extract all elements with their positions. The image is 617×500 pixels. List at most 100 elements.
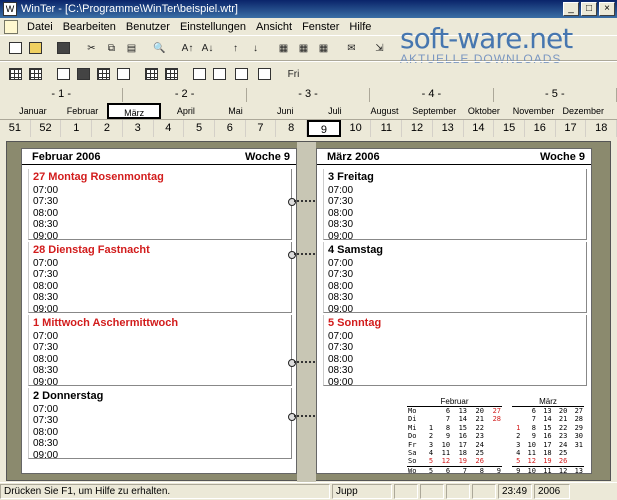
week-tab[interactable]: 7 — [246, 120, 277, 137]
day-block[interactable]: 3 Freitag 07:00 07:30 08:00 08:30 09:00 — [323, 169, 587, 242]
time-slot[interactable]: 08:30 — [324, 219, 586, 230]
mini-calendar-day[interactable]: 26 — [468, 457, 485, 466]
time-slot[interactable]: 07:00 — [29, 331, 291, 342]
day-block[interactable]: 27 Montag Rosenmontag 07:00 07:30 08:00 … — [28, 169, 292, 242]
week-tab[interactable]: 5 — [184, 120, 215, 137]
mini-calendar-day[interactable]: 23 — [553, 432, 569, 440]
week-tab[interactable]: 4 — [154, 120, 185, 137]
mini-calendar-day[interactable] — [568, 457, 584, 466]
mini-calendar-day[interactable] — [485, 457, 502, 466]
mini-calendar-day[interactable]: 27 — [568, 407, 584, 415]
month-tab-november[interactable]: November — [509, 103, 559, 119]
week-tab-selected[interactable]: 9 — [307, 120, 341, 137]
time-slot[interactable]: 08:00 — [324, 281, 586, 292]
sort-descending-icon[interactable]: A↓ — [198, 38, 217, 58]
time-slot[interactable]: 09:00 — [29, 231, 291, 242]
export-icon[interactable]: ⇲ — [370, 38, 389, 58]
month-tab-mai[interactable]: Mai — [211, 103, 261, 119]
mini-calendar-day[interactable]: 10 — [521, 465, 537, 476]
mini-calendar-day[interactable]: 17 — [451, 441, 468, 449]
mini-calendar-day[interactable]: 14 — [537, 415, 553, 423]
mini-calendar-day[interactable]: 7 — [521, 415, 537, 423]
calendar-grid-icon[interactable] — [162, 64, 181, 84]
mini-calendar-day[interactable]: 17 — [537, 441, 553, 449]
mini-calendar-day[interactable]: 8 — [521, 424, 537, 432]
mini-calendar-day[interactable]: 11 — [521, 449, 537, 457]
time-slot[interactable]: 09:00 — [29, 377, 291, 388]
move-up-icon[interactable]: ↑ — [226, 38, 245, 58]
mini-calendar-day[interactable]: 12 — [434, 457, 451, 466]
maximize-button[interactable]: □ — [581, 2, 597, 16]
week-tab[interactable]: 15 — [494, 120, 525, 137]
time-slot[interactable]: 08:00 — [29, 208, 291, 219]
time-slot[interactable]: 08:30 — [29, 292, 291, 303]
calendar-icon[interactable]: ▦ — [274, 38, 293, 58]
move-down-icon[interactable]: ↓ — [246, 38, 265, 58]
grid-view-icon[interactable] — [26, 64, 45, 84]
time-slot[interactable]: 07:00 — [29, 185, 291, 196]
mini-calendar-day[interactable]: 15 — [451, 424, 468, 432]
mini-calendar-day[interactable] — [485, 441, 502, 449]
mini-calendar-day[interactable]: 20 — [468, 407, 485, 415]
open-folder-icon[interactable] — [26, 38, 45, 58]
mini-calendar-day[interactable]: 9 — [521, 432, 537, 440]
mini-calendar-day[interactable]: 2 — [424, 432, 434, 440]
mini-calendar-day[interactable]: 10 — [521, 441, 537, 449]
time-slot[interactable]: 08:00 — [324, 354, 586, 365]
mini-calendar-day[interactable] — [424, 407, 434, 415]
time-slot[interactable]: 08:30 — [324, 292, 586, 303]
sort-ascending-icon[interactable]: A↑ — [178, 38, 197, 58]
mail-icon[interactable]: ✉ — [342, 38, 361, 58]
mini-calendar-day[interactable] — [485, 424, 502, 432]
mini-calendar-day[interactable]: 6 — [434, 465, 452, 476]
mini-calendar-day[interactable]: 30 — [568, 432, 584, 440]
calendar-week-icon[interactable]: ▦ — [294, 38, 313, 58]
week-tab[interactable]: 51 — [0, 120, 31, 137]
month-tab-oktober[interactable]: Oktober — [459, 103, 509, 119]
time-slot[interactable]: 08:30 — [29, 219, 291, 230]
mini-calendar-day[interactable]: 6 — [434, 407, 451, 415]
time-slot[interactable]: 09:00 — [29, 304, 291, 315]
mini-calendar-day[interactable]: 12 — [521, 457, 537, 466]
mini-calendar-day[interactable]: 7 — [451, 465, 469, 476]
time-slot[interactable]: 09:00 — [324, 377, 586, 388]
mini-calendar-day[interactable]: 6 — [521, 407, 537, 415]
mini-calendar-day[interactable]: 22 — [468, 424, 485, 432]
mini-calendar-day[interactable]: 28 — [485, 415, 502, 423]
mini-calendar-day[interactable]: 18 — [537, 449, 553, 457]
mini-calendar-day[interactable]: 1 — [424, 424, 434, 432]
day-block[interactable]: 4 Samstag 07:00 07:30 08:00 08:30 09:00 — [323, 242, 587, 315]
menu-fenster[interactable]: Fenster — [297, 21, 344, 33]
mini-calendar-day[interactable]: 18 — [451, 449, 468, 457]
month-tab-maerz[interactable]: März — [107, 103, 162, 119]
fri-view-icon[interactable]: Fri — [284, 64, 303, 84]
copy-icon[interactable]: ⧉ — [102, 38, 121, 58]
mini-calendar-day[interactable]: 19 — [451, 457, 468, 466]
menu-hilfe[interactable]: Hilfe — [344, 21, 376, 33]
time-slot[interactable]: 07:30 — [29, 342, 291, 353]
week-tab[interactable]: 12 — [402, 120, 433, 137]
time-slot[interactable]: 07:30 — [29, 415, 291, 426]
time-slot[interactable]: 07:30 — [324, 342, 586, 353]
list-view-icon[interactable] — [6, 64, 25, 84]
day-block[interactable]: 5 Sonntag 07:00 07:30 08:00 08:30 09:00 — [323, 315, 587, 388]
toggle-view-icon[interactable] — [190, 64, 209, 84]
mini-calendar-day[interactable] — [568, 449, 584, 457]
week-view-icon[interactable] — [74, 64, 93, 84]
mini-calendar-day[interactable]: 8 — [434, 424, 451, 432]
time-slot[interactable]: 08:30 — [324, 365, 586, 376]
find-icon[interactable]: 🔍 — [150, 38, 169, 58]
time-slot[interactable]: 07:30 — [29, 196, 291, 207]
time-slot[interactable]: 07:30 — [29, 269, 291, 280]
document-menu-icon[interactable] — [4, 19, 18, 34]
menu-bearbeiten[interactable]: Bearbeiten — [58, 21, 121, 33]
mini-calendar-day[interactable] — [485, 449, 502, 457]
week-tab[interactable]: 11 — [371, 120, 403, 137]
day-view-icon[interactable] — [54, 64, 73, 84]
mini-calendar-day[interactable]: 31 — [568, 441, 584, 449]
mini-calendar-day[interactable]: 2 — [512, 432, 521, 440]
mini-calendar-day[interactable]: 10 — [434, 441, 451, 449]
time-slot[interactable]: 08:00 — [29, 281, 291, 292]
week-tab[interactable]: 6 — [215, 120, 246, 137]
week-tab[interactable]: 17 — [556, 120, 587, 137]
